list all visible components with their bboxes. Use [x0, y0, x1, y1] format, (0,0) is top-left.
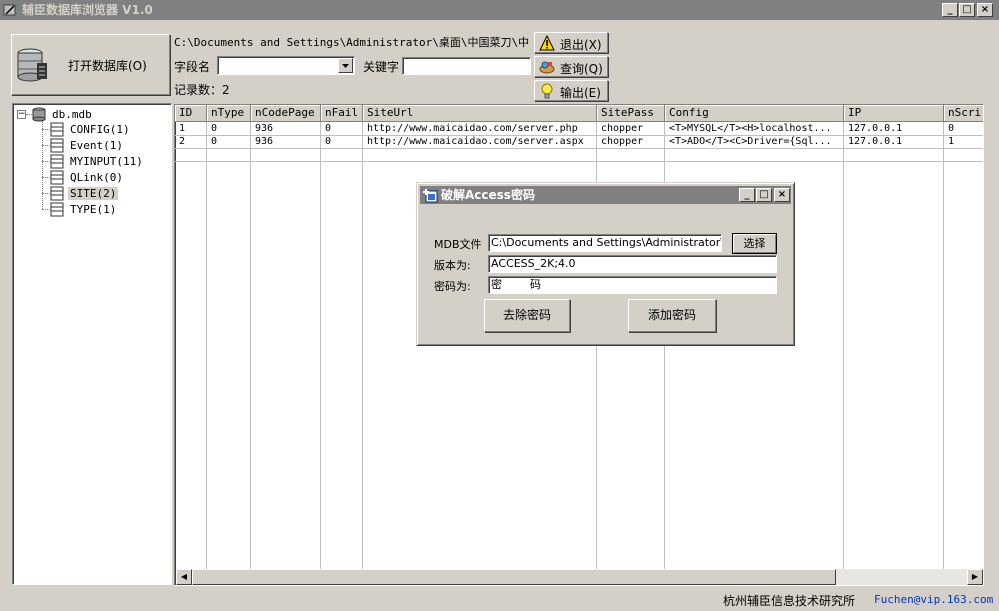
minimize-button[interactable]: _ [942, 3, 958, 17]
dialog-title-bar[interactable]: 破解Access密码 _ □ × [420, 186, 791, 204]
cell-siteurl: http://www.maicaidao.com/server.aspx [367, 136, 584, 147]
record-count: 记录数：2 [174, 83, 230, 97]
cell-siteurl: http://www.maicaidao.com/server.php [367, 123, 578, 134]
query-icon [539, 61, 555, 74]
cell-config: <T>ADO</T><C>Driver={Sql... [669, 136, 832, 147]
cell-config: <T>MYSQL</T><H>localhost... [669, 123, 832, 134]
app-icon [3, 4, 16, 16]
database-icon [17, 48, 47, 82]
title-bar[interactable]: 辅臣数据库浏览器 V1.0 _ □ × [0, 0, 999, 20]
cell-id: 1 [179, 123, 186, 134]
table-icon [50, 154, 64, 169]
lightbulb-icon [541, 83, 553, 99]
company-name: 杭州辅臣信息技术研究所 [723, 594, 856, 608]
query-button[interactable]: 查询(Q) [534, 56, 608, 77]
cell-ncodepage: 936 [255, 136, 274, 147]
window-title: 辅臣数据库浏览器 V1.0 [22, 3, 153, 17]
table-tree[interactable]: − db.mdb CONFIG(1) Event(1) MYINPUT(11) … [12, 103, 172, 585]
password-label: 密码为: [434, 280, 471, 293]
tree-item-label: SITE(2) [68, 187, 119, 200]
open-database-label: 打开数据库(O) [68, 59, 147, 73]
export-button[interactable]: 输出(E) [534, 80, 608, 101]
cell-ntype: 0 [211, 136, 218, 147]
cell-sitepass: chopper [601, 123, 644, 134]
dialog-minimize-button[interactable]: _ [739, 188, 755, 202]
dialog-maximize-button[interactable]: □ [756, 188, 772, 202]
tree-root-label: db.mdb [52, 108, 92, 121]
keyword-input[interactable] [402, 57, 531, 75]
mdb-file-label: MDB文件 [434, 238, 482, 251]
cell-ntype: 0 [211, 123, 218, 134]
cell-nscri: 1 [948, 136, 955, 147]
column-header-nscri[interactable]: nScri [944, 105, 983, 122]
table-icon [50, 122, 64, 137]
table-icon [50, 170, 64, 185]
column-header-ncodepage[interactable]: nCodePage [251, 105, 321, 122]
table-icon [50, 138, 64, 153]
open-database-button[interactable]: 打开数据库(O) [11, 34, 170, 95]
cell-id: 2 [179, 136, 186, 147]
tree-item-label: TYPE(1) [70, 203, 117, 216]
column-header-ntype[interactable]: nType [207, 105, 251, 122]
column-header-ip[interactable]: IP [844, 105, 944, 122]
exit-button[interactable]: 退出(X) [534, 32, 608, 53]
remove-password-label: 去除密码 [502, 308, 551, 322]
query-label: 查询(Q) [560, 62, 603, 76]
add-password-label: 添加密码 [647, 308, 696, 322]
scroll-left-button[interactable]: ◀ [176, 569, 192, 585]
cell-nscri: 0 [948, 123, 955, 134]
add-password-button[interactable]: 添加密码 [628, 299, 716, 332]
tree-item-label: MYINPUT(11) [70, 155, 143, 168]
dialog-close-button[interactable]: × [774, 188, 790, 202]
collapse-toggle[interactable]: − [17, 110, 26, 119]
password-field[interactable]: 密 码 [488, 276, 777, 294]
scrollbar-thumb[interactable] [192, 569, 836, 585]
column-header-sitepass[interactable]: SitePass [597, 105, 665, 122]
scroll-right-button[interactable]: ▶ [967, 569, 983, 585]
keyword-label: 关键字 [363, 60, 400, 74]
dropdown-button[interactable] [338, 58, 353, 73]
cell-ip: 127.0.0.1 [848, 123, 903, 134]
close-button[interactable]: × [977, 3, 993, 17]
export-label: 输出(E) [560, 86, 601, 100]
version-field[interactable]: ACCESS_2K;4.0 [488, 255, 777, 273]
column-header-siteurl[interactable]: SiteUrl [363, 105, 597, 122]
exit-label: 退出(X) [560, 38, 602, 52]
column-header-id[interactable]: ID [175, 105, 207, 122]
choose-file-label: 选择 [743, 237, 766, 250]
version-label: 版本为: [434, 259, 471, 272]
mdb-file-input[interactable]: C:\Documents and Settings\Administrator\… [488, 234, 722, 252]
database-file-icon [32, 107, 46, 122]
tree-item-label: QLink(0) [70, 171, 123, 184]
database-path: C:\Documents and Settings\Administrator\… [174, 36, 530, 49]
dialog-app-icon [423, 189, 438, 203]
maximize-button[interactable]: □ [959, 3, 975, 17]
dialog-title: 破解Access密码 [441, 188, 535, 202]
tree-item-label: Event(1) [70, 139, 123, 152]
table-icon [50, 186, 64, 201]
contact-email[interactable]: Fuchen@vip.163.com [874, 593, 993, 606]
cell-nfail: 0 [325, 123, 332, 134]
table-row[interactable]: 2 0 936 0 http://www.maicaidao.com/serve… [175, 135, 983, 148]
field-name-label: 字段名 [174, 60, 211, 74]
chevron-down-icon [342, 64, 349, 68]
warning-icon [539, 35, 555, 51]
crack-access-password-dialog[interactable]: 破解Access密码 _ □ × MDB文件 C:\Documents and … [416, 182, 795, 346]
field-name-select[interactable] [217, 56, 355, 75]
column-header-nfail[interactable]: nFail [321, 105, 363, 122]
cell-ip: 127.0.0.1 [848, 136, 903, 147]
tree-item-label: CONFIG(1) [70, 123, 130, 136]
choose-file-button[interactable]: 选择 [732, 233, 777, 254]
table-icon [50, 202, 64, 217]
column-header-config[interactable]: Config [665, 105, 844, 122]
cell-sitepass: chopper [601, 136, 644, 147]
table-row[interactable]: 1 0 936 0 http://www.maicaidao.com/serve… [175, 122, 983, 135]
cell-ncodepage: 936 [255, 123, 274, 134]
horizontal-scrollbar[interactable]: ◀ ▶ [176, 569, 983, 585]
remove-password-button[interactable]: 去除密码 [484, 299, 570, 332]
cell-nfail: 0 [325, 136, 332, 147]
